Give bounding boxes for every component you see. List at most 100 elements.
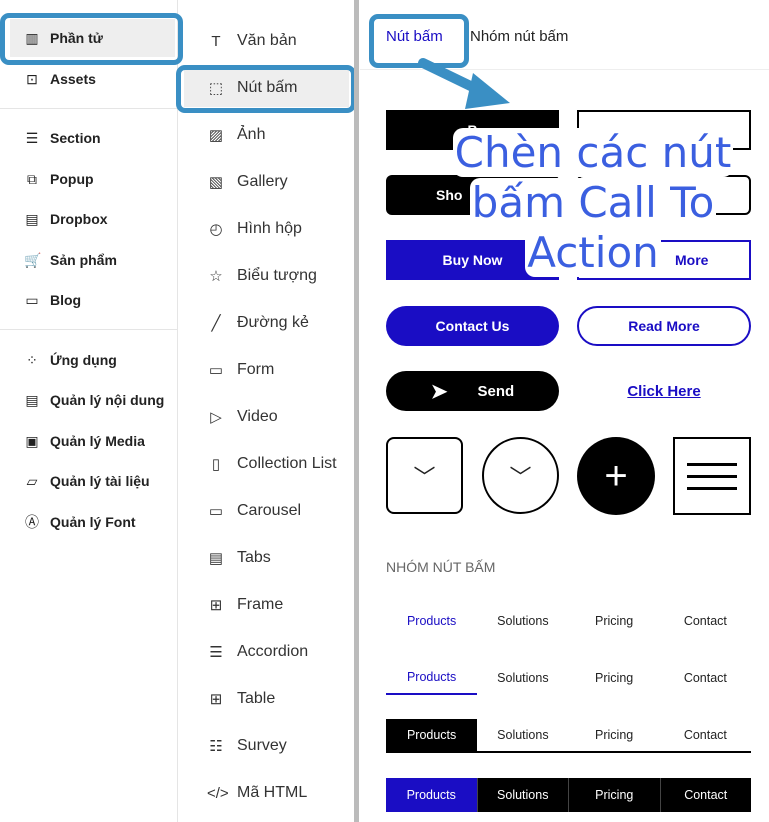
group-item[interactable]: Solutions <box>476 778 569 812</box>
sidebar-item-fonts[interactable]: Ⓐ Quản lý Font <box>10 503 175 541</box>
sidebar-item-content[interactable]: ▤ Quản lý nội dung <box>10 381 175 419</box>
code-icon: </> <box>207 784 229 802</box>
apps-icon: ⁘ <box>26 351 38 368</box>
sidebar-item-dropbox[interactable]: ▤ Dropbox <box>10 200 175 238</box>
annotation-overlay: Chèn các nút bấm Call To Action <box>438 128 748 278</box>
group-item[interactable]: Pricing <box>569 719 660 751</box>
send-button[interactable]: ➤ Send <box>386 371 559 411</box>
read-more-button[interactable]: Read More <box>577 306 751 346</box>
sidebar-item-products[interactable]: 🛒 Sản phẩm <box>10 241 175 279</box>
element-line[interactable]: ╱ Đường kẻ <box>179 304 355 342</box>
text-icon: T <box>211 32 221 50</box>
arrow-icon <box>418 58 510 109</box>
send-icon: ➤ <box>430 380 448 403</box>
group-item[interactable]: Products <box>386 661 478 695</box>
media-icon: ▣ <box>25 432 39 449</box>
sidebar-item-media[interactable]: ▣ Quản lý Media <box>10 422 175 460</box>
cart-icon: 🛒 <box>24 251 42 268</box>
group-item[interactable]: Pricing <box>569 604 660 638</box>
elements-panel: T Văn bản ⬚ Nút bấm ▨ Ảnh ▧ Gallery ◴ Hình hộ… <box>179 0 355 822</box>
highlight-box <box>176 65 356 113</box>
menu-button[interactable] <box>673 437 751 515</box>
group-item[interactable]: Products <box>386 604 477 638</box>
sidebar-item-documents[interactable]: ▱ Quản lý tài liệu <box>10 462 175 500</box>
sidebar-item-popup[interactable]: ⧉ Popup <box>10 160 175 198</box>
chevron-down-icon: ﹀ <box>413 464 436 490</box>
group-item[interactable]: Contact <box>660 604 751 638</box>
survey-icon: ☷ <box>209 738 223 755</box>
element-frame[interactable]: ⊞ Frame <box>179 586 355 624</box>
button-group-tabs: Products Solutions Pricing Contact <box>386 719 751 753</box>
element-tabs[interactable]: ▤ Tabs <box>179 539 355 577</box>
element-icon[interactable]: ☆ Biểu tượng <box>179 257 355 295</box>
divider <box>0 108 178 109</box>
divider <box>0 329 178 330</box>
blog-icon: ▭ <box>25 291 39 308</box>
scrollbar[interactable] <box>354 0 359 822</box>
dropbox-icon: ▤ <box>25 210 39 227</box>
carousel-icon: ▭ <box>208 503 224 520</box>
button-group-plain: Products Solutions Pricing Contact <box>386 604 751 638</box>
section-icon: ☰ <box>25 129 39 146</box>
sidebar-item-assets[interactable]: ⊡ Assets <box>10 60 175 98</box>
font-icon: Ⓐ <box>25 514 39 530</box>
shape-icon: ◴ <box>209 221 223 238</box>
button-group-filled: Products Solutions Pricing Contact <box>386 778 751 812</box>
element-collection-list[interactable]: ▯ Collection List <box>179 445 355 483</box>
gallery-icon: ▧ <box>208 174 224 191</box>
group-item[interactable]: Contact <box>659 778 752 812</box>
collection-icon: ▯ <box>211 456 221 473</box>
contact-us-button[interactable]: Contact Us <box>386 306 559 346</box>
chevron-down-square-button[interactable]: ﹀ <box>386 437 463 514</box>
element-accordion[interactable]: ☰ Accordion <box>179 633 355 671</box>
group-item[interactable]: Pricing <box>568 778 660 812</box>
tabs-icon: ▤ <box>208 550 224 567</box>
plus-button[interactable]: + <box>577 437 655 515</box>
sidebar-item-section[interactable]: ☰ Section <box>10 119 175 157</box>
group-item[interactable]: Solutions <box>477 604 568 638</box>
button-group-underline: Products Solutions Pricing Contact <box>386 661 751 695</box>
form-icon: ▭ <box>208 362 224 379</box>
sidebar-item-blog[interactable]: ▭ Blog <box>10 281 175 319</box>
star-icon: ☆ <box>209 268 223 285</box>
click-here-link[interactable]: Click Here <box>577 371 751 411</box>
sidebar-item-apps[interactable]: ⁘ Ứng dụng <box>10 341 175 379</box>
element-form[interactable]: ▭ Form <box>179 351 355 389</box>
element-video[interactable]: ▷ Video <box>179 398 355 436</box>
chevron-down-icon: ﹀ <box>509 464 532 490</box>
element-html[interactable]: </> Mã HTML <box>179 774 355 812</box>
element-gallery[interactable]: ▧ Gallery <box>179 163 355 201</box>
frame-icon: ⊞ <box>209 597 223 614</box>
image-icon: ▨ <box>208 127 224 144</box>
video-icon: ▷ <box>210 409 222 426</box>
element-carousel[interactable]: ▭ Carousel <box>179 492 355 530</box>
line-icon: ╱ <box>211 315 221 332</box>
group-item[interactable]: Pricing <box>569 661 660 695</box>
element-survey[interactable]: ☷ Survey <box>179 727 355 765</box>
element-image[interactable]: ▨ Ảnh <box>179 116 355 154</box>
highlight-box <box>0 13 183 65</box>
plus-icon: + <box>604 453 628 498</box>
group-item[interactable]: Products <box>386 719 478 751</box>
table-icon: ⊞ <box>209 691 223 708</box>
sidebar: ▥ Phần tử ⊡ Assets ☰ Section ⧉ Popup ▤ Dropbo… <box>0 0 178 822</box>
popup-icon: ⧉ <box>27 170 37 187</box>
bookmark-icon: ⊡ <box>26 70 38 87</box>
main-panel: Nút bấm Nhóm nút bấm B Sho Buy Now More … <box>360 0 769 822</box>
element-text[interactable]: T Văn bản <box>179 22 355 60</box>
accordion-icon: ☰ <box>209 644 223 661</box>
tab-button-groups[interactable]: Nhóm nút bấm <box>470 28 568 45</box>
group-item[interactable]: Contact <box>660 661 751 695</box>
group-item[interactable]: Contact <box>660 719 751 751</box>
chevron-down-circle-button[interactable]: ﹀ <box>482 437 559 514</box>
element-box[interactable]: ◴ Hình hộp <box>179 210 355 248</box>
content-icon: ▤ <box>25 391 39 408</box>
hamburger-icon <box>687 474 737 478</box>
element-table[interactable]: ⊞ Table <box>179 680 355 718</box>
section-title: NHÓM NÚT BẤM <box>386 559 496 575</box>
group-item[interactable]: Products <box>386 778 477 812</box>
group-item[interactable]: Solutions <box>477 661 568 695</box>
annotation-text: Chèn các nút bấm Call To Action <box>452 128 734 277</box>
folder-icon: ▱ <box>26 472 38 489</box>
group-item[interactable]: Solutions <box>477 719 568 751</box>
